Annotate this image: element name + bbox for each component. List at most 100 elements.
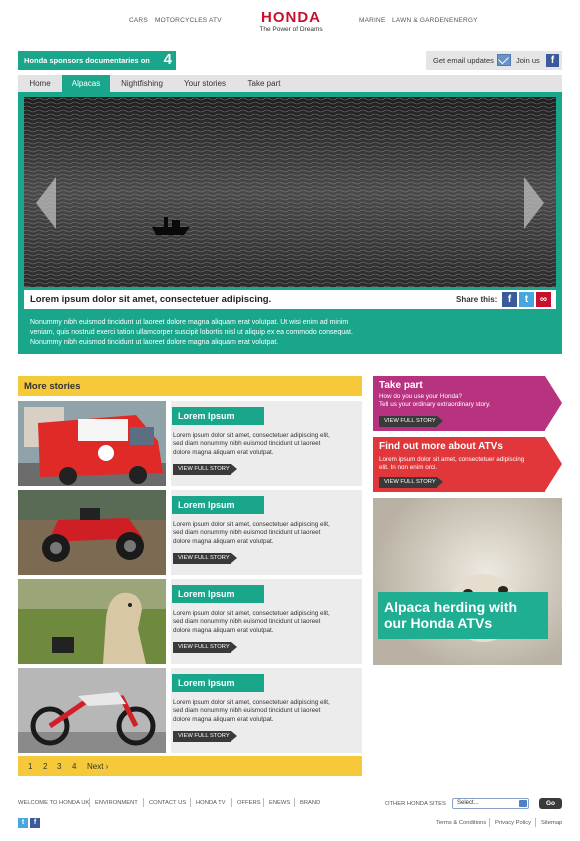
story-title[interactable]: Lorem Ipsum bbox=[172, 496, 264, 514]
view-full-story-button[interactable]: VIEW FULL STORY bbox=[173, 731, 237, 742]
story-title[interactable]: Lorem Ipsum bbox=[172, 407, 264, 425]
atvs-promo[interactable]: Find out more about ATVs Lorem ipsum dol… bbox=[373, 437, 562, 492]
story-line: dolore magna aliquam erat volutpat. bbox=[173, 626, 274, 634]
view-full-story-button[interactable]: VIEW FULL STORY bbox=[173, 553, 237, 564]
story-line: sed diam nonummy nibh euismod tincidunt … bbox=[173, 707, 321, 715]
join-us-label: Join us bbox=[516, 56, 540, 65]
page-1-link[interactable]: 1 bbox=[28, 762, 32, 771]
link-share-icon[interactable]: ∞ bbox=[536, 292, 551, 307]
alpaca-field-image[interactable] bbox=[18, 579, 167, 664]
tab-nightfishing[interactable]: Nightfishing bbox=[110, 75, 174, 92]
nav-energy[interactable]: ENERGY bbox=[449, 17, 478, 24]
share-label: Share this: bbox=[456, 295, 498, 304]
story-line: Lorem ipsum dolor sit amet, consectetuer… bbox=[173, 521, 330, 528]
alpaca-image bbox=[373, 498, 562, 665]
envelope-icon[interactable] bbox=[497, 54, 511, 66]
story-card: Lorem Ipsum Lorem ipsum dolor sit amet, … bbox=[18, 668, 362, 753]
story-line: sed diam nonummy nibh euismod tincidunt … bbox=[173, 618, 321, 626]
view-full-story-button[interactable]: VIEW FULL STORY bbox=[173, 642, 237, 653]
story-divider bbox=[166, 490, 171, 575]
view-full-story-button[interactable]: VIEW FULL STORY bbox=[379, 416, 443, 427]
facebook-share-icon[interactable]: f bbox=[502, 292, 517, 307]
hero-water-image bbox=[24, 97, 556, 287]
story-excerpt: Lorem ipsum dolor sit amet, consectetuer… bbox=[173, 521, 355, 546]
hero-slideshow bbox=[24, 97, 556, 287]
nav-lawn-garden[interactable]: LAWN & GARDEN bbox=[392, 17, 449, 24]
facebook-icon[interactable]: f bbox=[30, 818, 40, 828]
feature-caption-bar: Lorem ipsum dolor sit amet, consectetuer… bbox=[24, 290, 556, 309]
chevron-down-icon bbox=[519, 800, 527, 807]
prev-slide-arrow-icon[interactable] bbox=[36, 177, 56, 229]
feature-text-line: veniam, quis nostrud exerci tation ullam… bbox=[30, 329, 353, 336]
nav-marine[interactable]: MARINE bbox=[359, 17, 385, 24]
terms-link[interactable]: Terms & Conditions bbox=[436, 820, 486, 826]
alpaca-promo-line: Alpaca herding with bbox=[384, 599, 518, 615]
go-button[interactable]: Go bbox=[539, 798, 562, 809]
footer-divider bbox=[535, 818, 536, 827]
story-divider bbox=[166, 579, 171, 664]
pagination: 1 2 3 4 Next › bbox=[18, 756, 362, 776]
story-excerpt: Lorem ipsum dolor sit amet, consectetuer… bbox=[173, 699, 355, 724]
select-value: Select... bbox=[457, 800, 479, 806]
promo-text: Lorem ipsum dolor sit amet, consectetuer… bbox=[379, 456, 549, 472]
story-line: dolore magna aliquam erat volutpat. bbox=[173, 715, 274, 723]
story-title[interactable]: Lorem Ipsum bbox=[172, 585, 264, 603]
facebook-icon[interactable]: f bbox=[546, 54, 559, 67]
footer-link-honda-tv[interactable]: HONDA TV bbox=[196, 800, 226, 806]
promo-text: How do you use your Honda? Tell us your … bbox=[379, 393, 549, 409]
nav-atv[interactable]: ATV bbox=[209, 17, 222, 24]
story-title[interactable]: Lorem Ipsum bbox=[172, 674, 264, 692]
view-full-story-button[interactable]: VIEW FULL STORY bbox=[379, 477, 443, 488]
footer-link-brand[interactable]: BRAND bbox=[300, 800, 320, 806]
twitter-share-icon[interactable]: t bbox=[519, 292, 534, 307]
promo-heading: Take part bbox=[379, 380, 423, 391]
tab-home[interactable]: Home bbox=[18, 75, 62, 92]
page-2-link[interactable]: 2 bbox=[43, 762, 47, 771]
page-4-link[interactable]: 4 bbox=[72, 762, 76, 771]
next-page-link[interactable]: Next › bbox=[87, 762, 108, 771]
next-slide-arrow-icon[interactable] bbox=[524, 177, 544, 229]
footer-divider bbox=[190, 798, 191, 807]
promo-line: elit. In non enim orci. bbox=[379, 464, 438, 471]
story-line: dolore magna aliquam erat volutpat. bbox=[173, 537, 274, 545]
footer-link-environment[interactable]: ENVIRONMENT bbox=[95, 800, 138, 806]
footer-link-offers[interactable]: OFFERS bbox=[237, 800, 261, 806]
email-signup-bar: Get email updates Join us f bbox=[426, 51, 562, 70]
red-atv-image[interactable] bbox=[18, 490, 167, 575]
tab-alpacas[interactable]: Alpacas bbox=[62, 75, 110, 92]
promo-line: Tell us your ordinary extraordinary stor… bbox=[379, 401, 491, 408]
twitter-icon[interactable]: t bbox=[18, 818, 28, 828]
tab-take-part[interactable]: Take part bbox=[236, 75, 292, 92]
story-divider bbox=[166, 401, 171, 486]
sponsor-banner[interactable]: Honda sponsors documentaries on 4 bbox=[18, 51, 176, 70]
footer-link-welcome[interactable]: WELCOME TO HONDA UK bbox=[18, 800, 89, 806]
take-part-promo[interactable]: Take part How do you use your Honda? Tel… bbox=[373, 376, 562, 431]
nav-cars[interactable]: CARS bbox=[129, 17, 148, 24]
tab-your-stories[interactable]: Your stories bbox=[174, 75, 236, 92]
privacy-link[interactable]: Privacy Policy bbox=[495, 820, 531, 826]
feature-description: Nonummy nibh euismod tincidunt ut laoree… bbox=[30, 318, 550, 348]
channel-4-logo-icon: 4 bbox=[163, 51, 172, 68]
story-card: Lorem Ipsum Lorem ipsum dolor sit amet, … bbox=[18, 579, 362, 664]
honda-logo[interactable]: HONDA The Power of Dreams bbox=[246, 10, 336, 33]
sitemap-link[interactable]: Sitemap bbox=[541, 820, 562, 826]
footer-link-contact[interactable]: CONTACT US bbox=[149, 800, 186, 806]
footer-divider bbox=[231, 798, 232, 807]
other-sites-select[interactable]: Select... bbox=[452, 798, 529, 809]
story-card: Lorem Ipsum Lorem ipsum dolor sit amet, … bbox=[18, 401, 362, 486]
feature-caption: Lorem ipsum dolor sit amet, consectetuer… bbox=[30, 294, 272, 305]
page-3-link[interactable]: 3 bbox=[57, 762, 61, 771]
story-line: Lorem ipsum dolor sit amet, consectetuer… bbox=[173, 432, 330, 439]
feature-text-line: Nonummy nibh euismod tincidunt ut laoree… bbox=[30, 319, 349, 326]
view-full-story-button[interactable]: VIEW FULL STORY bbox=[173, 464, 237, 475]
promo-line: How do you use your Honda? bbox=[379, 393, 462, 400]
nav-motorcycles[interactable]: MOTORCYCLES bbox=[155, 17, 207, 24]
story-excerpt: Lorem ipsum dolor sit amet, consectetuer… bbox=[173, 432, 355, 457]
dirt-bike-image[interactable] bbox=[18, 668, 167, 753]
footer-link-enews[interactable]: ENEWS bbox=[269, 800, 290, 806]
story-line: Lorem ipsum dolor sit amet, consectetuer… bbox=[173, 699, 330, 706]
story-line: dolore magna aliquam erat volutpat. bbox=[173, 448, 274, 456]
ice-cream-van-image[interactable] bbox=[18, 401, 167, 486]
logo-tagline: The Power of Dreams bbox=[259, 26, 323, 33]
alpaca-herding-promo[interactable]: Alpaca herding with our Honda ATVs bbox=[373, 498, 562, 665]
